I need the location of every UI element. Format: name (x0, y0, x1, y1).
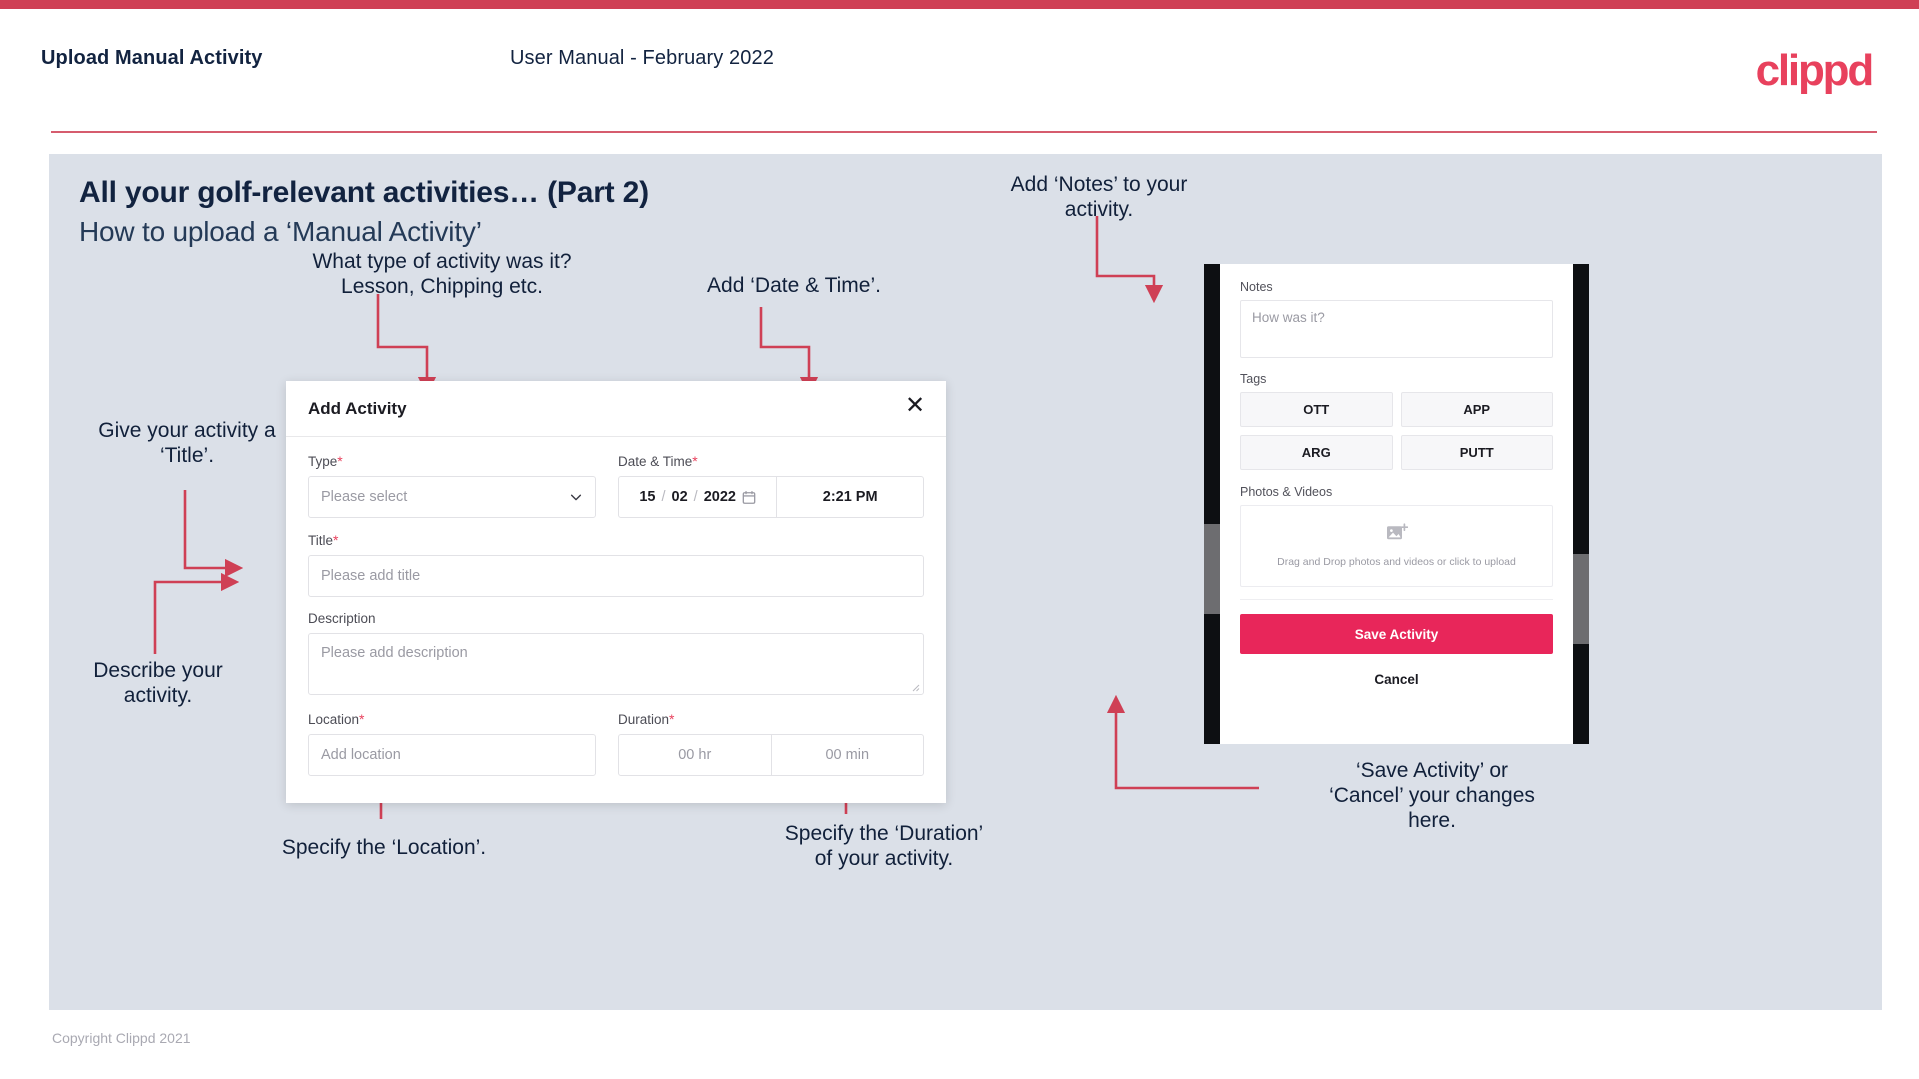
field-location-label: Location* (308, 711, 596, 727)
date-day: 15 (639, 489, 656, 505)
slide-subheading: How to upload a ‘Manual Activity’ (79, 216, 482, 247)
date-separator: / (661, 489, 666, 505)
tag-button-putt[interactable]: PUTT (1400, 435, 1553, 470)
photo-upload-dropzone[interactable]: Drag and Drop photos and videos or click… (1240, 505, 1553, 587)
header-divider (51, 131, 1877, 133)
dropzone-hint: Drag and Drop photos and videos or click… (1277, 555, 1516, 568)
date-month: 02 (671, 489, 688, 505)
duration-minutes-input[interactable]: 00 min (770, 735, 924, 775)
field-title-label-text: Title (308, 533, 334, 548)
time-input[interactable]: 2:21 PM (777, 477, 923, 517)
type-select[interactable]: Please select (308, 476, 596, 518)
top-accent-bar (0, 0, 1919, 9)
field-datetime-label-text: Date & Time (618, 454, 693, 469)
field-type: Type* Please select (308, 453, 596, 518)
title-input[interactable]: Please add title (308, 555, 924, 597)
field-title-label: Title* (308, 532, 924, 548)
cancel-button[interactable]: Cancel (1240, 672, 1553, 687)
duration-hours-input[interactable]: 00 hr (619, 735, 771, 775)
date-separator: / (693, 489, 698, 505)
save-activity-button[interactable]: Save Activity (1240, 614, 1553, 654)
title-placeholder: Please add title (321, 568, 421, 584)
add-image-icon (1386, 523, 1408, 548)
slide-content-area: All your golf-relevant activities… (Part… (49, 154, 1882, 1010)
tag-button-arg[interactable]: ARG (1240, 435, 1393, 470)
phone-frame-right (1573, 264, 1589, 744)
slide-page: Upload Manual Activity User Manual - Feb… (0, 0, 1919, 1079)
phone-screen: Notes How was it? Tags OTT APP ARG PUTT … (1220, 264, 1573, 744)
location-placeholder: Add location (321, 747, 401, 763)
field-description: Description Please add description (308, 611, 924, 695)
field-duration-label: Duration* (618, 711, 924, 727)
slide-heading: All your golf-relevant activities… (Part… (79, 176, 649, 209)
dialog-title: Add Activity (308, 399, 407, 418)
field-location: Location* Add location (308, 711, 596, 776)
annotation-save-cancel: ‘Save Activity’ or ‘Cancel’ your changes… (1329, 759, 1535, 832)
required-asterisk: * (333, 532, 339, 548)
required-asterisk: * (692, 453, 698, 469)
field-title: Title* Please add title (308, 532, 924, 597)
duration-control: 00 hr 00 min (618, 734, 924, 776)
dialog-header: Add Activity ✕ (286, 381, 946, 437)
description-placeholder: Please add description (321, 645, 468, 661)
volume-button-left (1204, 524, 1220, 614)
annotation-description: Describe your activity. (93, 659, 223, 707)
page-subtitle: User Manual - February 2022 (510, 47, 774, 69)
datetime-control: 15 / 02 / 2022 2:21 PM (618, 476, 924, 518)
dialog-body: Type* Please select Date & Time* 15 / 02… (286, 437, 946, 776)
add-activity-dialog: Add Activity ✕ Type* Please select Date … (286, 381, 946, 803)
phone-divider (1240, 599, 1553, 600)
field-duration-label-text: Duration (618, 712, 670, 727)
annotation-type: What type of activity was it? Lesson, Ch… (312, 250, 572, 298)
field-datetime-label: Date & Time* (618, 453, 924, 469)
field-location-label-text: Location (308, 712, 360, 727)
page-header: Upload Manual Activity User Manual - Feb… (0, 9, 1919, 133)
annotation-duration: Specify the ‘Duration’ of your activity. (784, 822, 984, 870)
description-textarea[interactable]: Please add description (308, 633, 924, 695)
chevron-down-icon (569, 490, 583, 504)
clippd-logo: clippd (1755, 46, 1875, 95)
phone-mockup: Notes How was it? Tags OTT APP ARG PUTT … (1204, 264, 1589, 744)
phone-frame-left (1204, 264, 1220, 744)
notes-placeholder: How was it? (1252, 310, 1325, 325)
annotation-location: Specify the ‘Location’. (281, 836, 487, 859)
field-duration: Duration* 00 hr 00 min (618, 711, 924, 776)
required-asterisk: * (359, 711, 365, 727)
type-select-placeholder: Please select (321, 489, 408, 505)
tag-button-app[interactable]: APP (1400, 392, 1553, 427)
form-row-location-duration: Location* Add location Duration* 00 hr 0… (308, 711, 924, 776)
power-button-right (1573, 554, 1589, 644)
footer-copyright: Copyright Clippd 2021 (52, 1030, 191, 1046)
required-asterisk: * (669, 711, 675, 727)
resize-handle-icon[interactable] (910, 682, 920, 692)
tags-label: Tags (1240, 372, 1267, 386)
annotation-datetime: Add ‘Date & Time’. (707, 274, 881, 297)
form-row-type-datetime: Type* Please select Date & Time* 15 / 02… (308, 453, 924, 518)
date-input[interactable]: 15 / 02 / 2022 (619, 477, 778, 517)
notes-label: Notes (1240, 280, 1273, 294)
tag-button-ott[interactable]: OTT (1240, 392, 1393, 427)
notes-textarea[interactable]: How was it? (1240, 300, 1553, 358)
date-year: 2022 (703, 489, 736, 505)
field-type-label: Type* (308, 453, 596, 469)
field-description-label-text: Description (308, 611, 376, 626)
page-title: Upload Manual Activity (41, 47, 263, 69)
field-description-label: Description (308, 611, 924, 626)
field-datetime: Date & Time* 15 / 02 / 2022 2:21 PM (618, 453, 924, 518)
close-icon[interactable]: ✕ (900, 391, 930, 421)
photos-videos-label: Photos & Videos (1240, 485, 1333, 499)
tags-grid: OTT APP ARG PUTT (1240, 392, 1553, 470)
field-type-label-text: Type (308, 454, 338, 469)
annotation-title: Give your activity a ‘Title’. (98, 419, 276, 467)
annotation-notes: Add ‘Notes’ to your activity. (1010, 173, 1188, 221)
required-asterisk: * (337, 453, 343, 469)
calendar-icon[interactable] (742, 490, 756, 505)
location-input[interactable]: Add location (308, 734, 596, 776)
